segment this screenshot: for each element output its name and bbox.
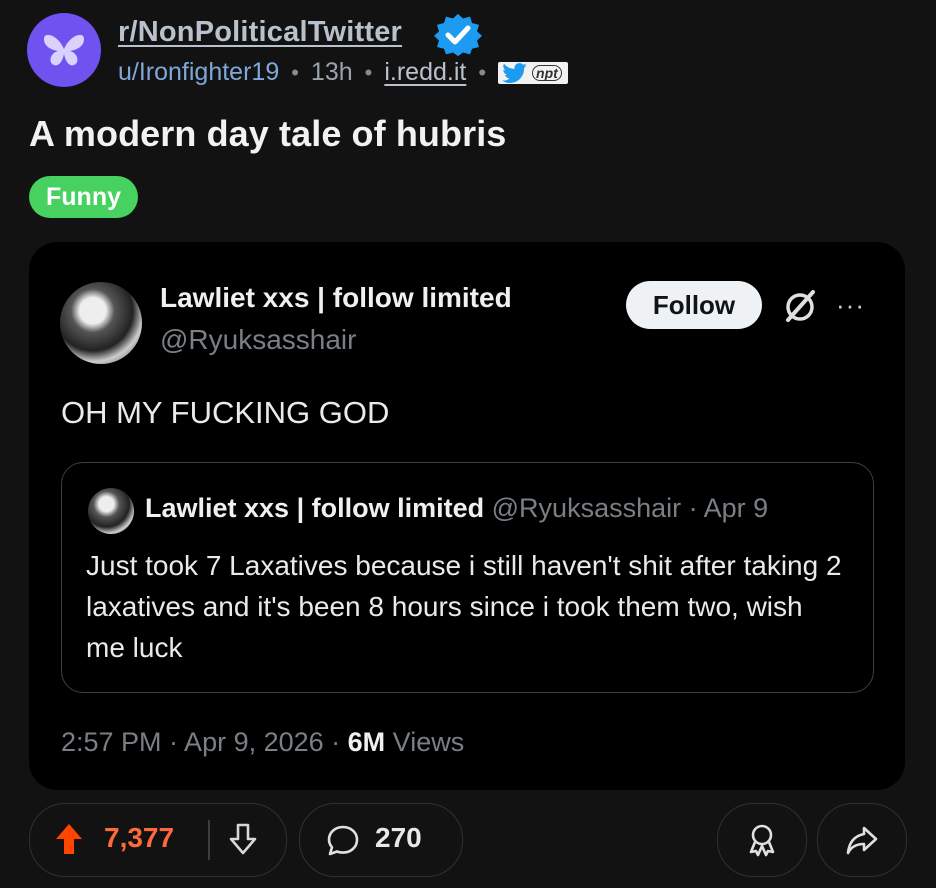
twitter-bird-icon — [502, 62, 528, 83]
subreddit-name[interactable]: r/NonPoliticalTwitter — [118, 16, 402, 49]
quoted-tweet-text: Just took 7 Laxatives because i still ha… — [86, 550, 842, 663]
quoted-tweet-header: Lawliet xxs | follow limited @Ryuksassha… — [145, 493, 768, 524]
comment-icon — [327, 825, 359, 856]
grok-icon — [786, 290, 815, 322]
vote-bar: 7,377 — [29, 803, 287, 877]
follow-button: Follow — [626, 281, 762, 329]
comment-count: 270 — [375, 822, 422, 853]
tweet-text: OH MY FUCKING GOD — [61, 395, 390, 430]
share-button[interactable] — [817, 803, 907, 877]
tweet-author-name: Lawliet xxs | follow limited — [160, 282, 512, 313]
downvote-icon[interactable] — [228, 822, 258, 856]
separator-dot: • — [478, 59, 487, 85]
award-icon — [749, 824, 775, 857]
post-age: 13h — [310, 58, 353, 86]
post-flair[interactable]: Funny — [29, 176, 138, 218]
separator-dot: • — [364, 59, 373, 85]
post-meta: u/Ironfighter19 • 13h • i.redd.it • npt — [118, 58, 568, 87]
vote-count: 7,377 — [104, 822, 175, 853]
quoted-author-name: Lawliet xxs | follow limited — [145, 493, 485, 523]
separator-dot: • — [291, 59, 299, 85]
comments-button[interactable]: 270 — [299, 803, 463, 877]
quoted-handle-date: @Ryuksasshair · Apr 9 — [491, 493, 769, 523]
views-label: Views — [385, 727, 465, 757]
user-flair-badge: npt — [498, 61, 568, 84]
more-options-icon: ··· — [836, 290, 865, 320]
post-title[interactable]: A modern day tale of hubris — [29, 113, 506, 155]
share-icon — [846, 826, 878, 855]
author-link[interactable]: u/Ironfighter19 — [118, 58, 279, 87]
tweet-timestamp: 2:57 PM · Apr 9, 2026 · — [61, 727, 348, 757]
tweet-author-avatar — [60, 282, 142, 364]
tweet-author-handle: @Ryuksasshair — [160, 324, 357, 355]
domain-link[interactable]: i.redd.it — [384, 58, 466, 87]
tweet-footer: 2:57 PM · Apr 9, 2026 · 6M Views — [61, 727, 464, 758]
award-button[interactable] — [717, 803, 807, 877]
upvote-icon[interactable] — [54, 822, 84, 856]
badge-text: npt — [532, 64, 562, 81]
butterfly-icon — [44, 34, 84, 66]
view-count: 6M — [347, 727, 386, 757]
vote-divider — [208, 820, 210, 860]
quoted-author-avatar — [88, 488, 134, 534]
verified-badge-icon — [434, 13, 482, 57]
subreddit-avatar[interactable] — [27, 13, 101, 87]
